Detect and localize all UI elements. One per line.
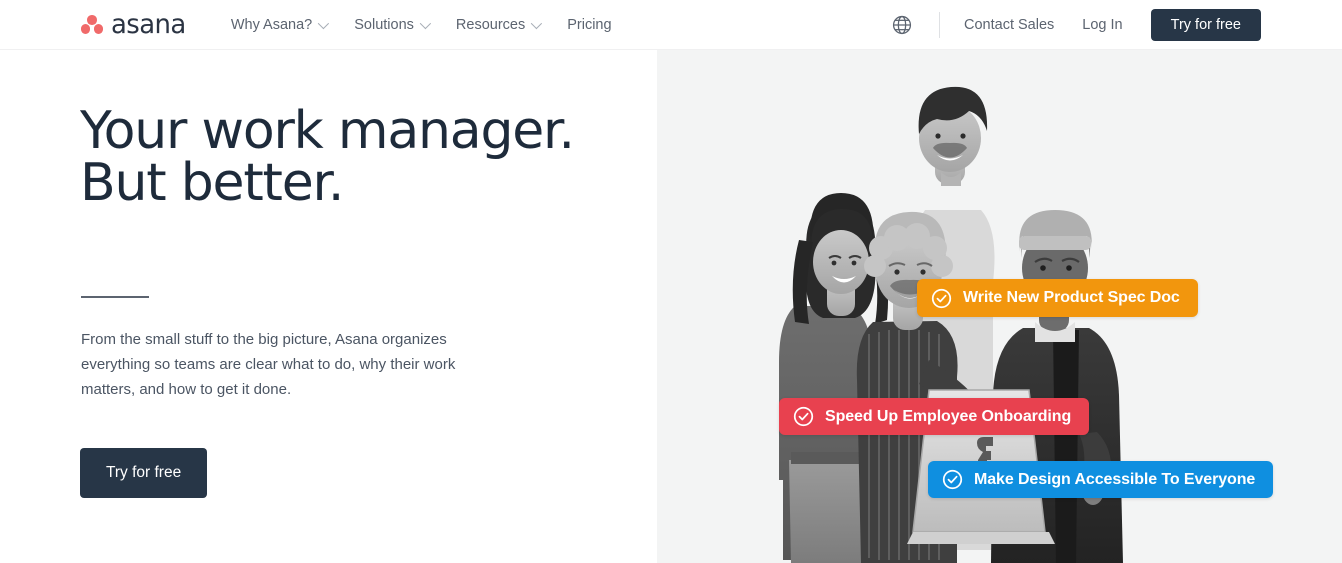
header-try-for-free-button[interactable]: Try for free <box>1150 8 1261 41</box>
nav-label: Resources <box>455 16 526 33</box>
nav-label: Pricing <box>567 16 612 33</box>
chevron-down-icon <box>318 17 330 29</box>
nav-label: Solutions <box>354 16 414 33</box>
asana-logo-wordmark: asana <box>111 9 186 40</box>
task-pill-label: Make Design Accessible To Everyone <box>974 470 1256 488</box>
header-actions: Contact Sales Log In Try for free <box>891 8 1261 41</box>
nav-label: Why Asana? <box>230 16 313 33</box>
check-circle-icon <box>931 288 952 308</box>
contact-sales-link[interactable]: Contact Sales <box>964 17 1054 33</box>
heading-divider-rule <box>81 296 149 298</box>
chevron-down-icon <box>530 17 543 29</box>
check-circle-icon <box>793 406 814 427</box>
nav-item-pricing[interactable]: Pricing <box>567 17 611 33</box>
chevron-down-icon <box>419 17 431 29</box>
globe-icon[interactable] <box>891 14 913 36</box>
page-root: asana Why Asana? Solutions Resources Pri… <box>0 0 1342 563</box>
header-divider <box>939 11 941 38</box>
hero-body-text: From the small stuff to the big picture,… <box>81 331 456 398</box>
hero-try-for-free-button[interactable]: Try for free <box>80 448 208 498</box>
hero-image-panel: Write New Product Spec Doc Speed Up Empl… <box>657 50 1342 563</box>
task-pill-label: Speed Up Employee Onboarding <box>825 407 1072 425</box>
nav-item-resources[interactable]: Resources <box>455 16 543 33</box>
check-circle-icon <box>942 469 963 490</box>
task-pill-design-accessible[interactable]: Make Design Accessible To Everyone <box>928 461 1274 498</box>
primary-nav: Why Asana? Solutions Resources Pricing <box>231 17 612 33</box>
nav-item-why-asana[interactable]: Why Asana? <box>230 16 330 33</box>
task-pill-employee-onboarding[interactable]: Speed Up Employee Onboarding <box>779 398 1090 435</box>
asana-logo[interactable]: asana <box>79 11 189 38</box>
asana-logo-dots-icon <box>79 14 105 36</box>
task-pill-label: Write New Product Spec Doc <box>963 289 1180 306</box>
task-pill-write-spec-doc[interactable]: Write New Product Spec Doc <box>917 279 1198 317</box>
page-title: Your work manager. But better. <box>80 101 575 213</box>
log-in-link[interactable]: Log In <box>1082 17 1122 33</box>
site-header: asana Why Asana? Solutions Resources Pri… <box>0 0 1342 50</box>
nav-item-solutions[interactable]: Solutions <box>354 16 431 33</box>
hero-left-column: Your work manager. But better. From the … <box>0 50 657 563</box>
